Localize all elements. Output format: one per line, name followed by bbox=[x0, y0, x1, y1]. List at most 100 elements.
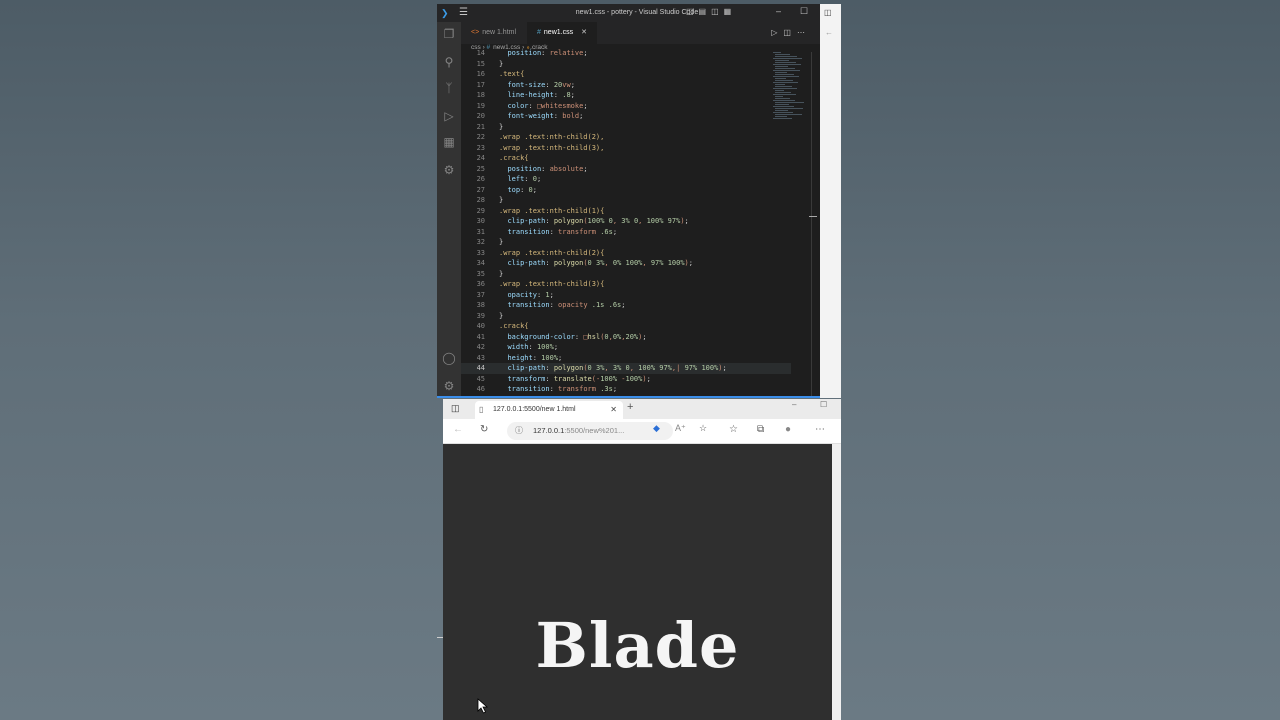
tab-new-1-html[interactable]: <> new 1.html bbox=[461, 22, 526, 44]
collections-icon[interactable]: ⧉ bbox=[757, 424, 764, 435]
code-line[interactable]: 31 transition: transform .6s; bbox=[461, 227, 791, 238]
code-line[interactable]: 14 position: relative; bbox=[461, 48, 791, 59]
code-line[interactable]: 40 .crack{ bbox=[461, 321, 791, 332]
code-line[interactable]: 37 opacity: 1; bbox=[461, 290, 791, 301]
code-line[interactable]: 35} bbox=[461, 269, 791, 280]
back-arrow-icon[interactable]: ← bbox=[453, 424, 463, 435]
tab-close-icon[interactable]: ✕ bbox=[581, 29, 587, 36]
favorites-icon[interactable]: ☆ bbox=[729, 424, 738, 435]
explorer-icon[interactable]: ❐ bbox=[441, 26, 457, 42]
css-file-icon: # bbox=[537, 29, 541, 36]
line-text: transition: transform .6s; bbox=[507, 227, 618, 236]
code-line[interactable]: 41 background-color: □hsl(0,0%,20%); bbox=[461, 332, 791, 343]
browser-tab-title: 127.0.0.1:5500/new 1.html bbox=[493, 406, 576, 413]
code-line[interactable]: 15} bbox=[461, 59, 791, 70]
code-line[interactable]: 20 font-weight: bold; bbox=[461, 111, 791, 122]
more-options-icon[interactable]: ⋯ bbox=[815, 424, 825, 435]
line-text: } bbox=[499, 238, 504, 246]
code-line[interactable]: 43 height: 100%; bbox=[461, 353, 791, 364]
code-line[interactable]: 44 clip-path: polygon(0 3%, 3% 0, 100% 9… bbox=[461, 363, 791, 374]
site-info-icon[interactable]: ⓘ bbox=[515, 425, 523, 436]
background-window-strip[interactable]: ◫ ← bbox=[820, 4, 841, 398]
code-line[interactable]: 17 font-size: 20vw; bbox=[461, 80, 791, 91]
tab-new1-css[interactable]: # new1.css ✕ bbox=[527, 22, 597, 44]
code-line[interactable]: 46 transition: transform .3s; bbox=[461, 384, 791, 395]
code-line[interactable]: 18 line-height: .8; bbox=[461, 90, 791, 101]
code-line[interactable]: 28} bbox=[461, 195, 791, 206]
minimap-line bbox=[775, 102, 804, 103]
line-number: 35 bbox=[476, 269, 485, 278]
address-bar[interactable]: ⓘ 127.0.0.1:5500/new%201... bbox=[507, 422, 673, 440]
browser-window: ◫ ▯ 127.0.0.1:5500/new 1.html ✕ + – ☐ ← … bbox=[443, 399, 841, 720]
extensions-icon[interactable]: ▦ bbox=[441, 134, 457, 150]
browser-tab[interactable]: ▯ 127.0.0.1:5500/new 1.html ✕ bbox=[475, 401, 623, 419]
account-icon[interactable]: ◯ bbox=[441, 350, 457, 366]
back-arrow-icon[interactable]: ← bbox=[825, 28, 833, 37]
minimap-line bbox=[775, 84, 785, 85]
code-line[interactable]: 26 left: 0; bbox=[461, 174, 791, 185]
tab-actions-icon[interactable]: ◫ bbox=[824, 8, 832, 17]
code-line[interactable]: 34 clip-path: polygon(0 3%, 0% 100%, 97%… bbox=[461, 258, 791, 269]
code-line[interactable]: 16 .text{ bbox=[461, 69, 791, 80]
line-text: } bbox=[499, 122, 504, 131]
code-line[interactable]: 21} bbox=[461, 122, 791, 133]
tag-icon[interactable]: ◆ bbox=[653, 423, 660, 434]
line-text: background-color: □hsl(0,0%,20%); bbox=[507, 332, 647, 341]
search-icon[interactable]: ⚲ bbox=[441, 54, 457, 70]
minimize-icon[interactable]: – bbox=[776, 6, 781, 16]
new-tab-icon[interactable]: + bbox=[627, 401, 633, 413]
page-scrollbar[interactable] bbox=[832, 444, 841, 720]
code-line[interactable]: 30 clip-path: polygon(100% 0, 3% 0, 100%… bbox=[461, 216, 791, 227]
line-text: left: 0; bbox=[507, 175, 542, 183]
read-aloud-icon[interactable]: A⁺ bbox=[675, 423, 686, 434]
code-line[interactable]: 32} bbox=[461, 237, 791, 248]
minimap[interactable] bbox=[773, 52, 809, 122]
code-editor[interactable]: 14 position: relative; 15} 16 .text{17 font… bbox=[461, 49, 791, 398]
code-line[interactable]: 33 .wrap .text:nth-child(2){ bbox=[461, 248, 791, 259]
minimap-line bbox=[773, 118, 792, 119]
code-line[interactable]: 22 .wrap .text:nth-child(2), bbox=[461, 132, 791, 143]
line-text: } bbox=[499, 196, 504, 204]
minimize-icon[interactable]: – bbox=[792, 400, 796, 409]
settings-gear-icon[interactable]: ⚙ bbox=[441, 378, 457, 394]
profile-avatar-icon[interactable]: ● bbox=[785, 424, 791, 435]
code-line[interactable]: 25 position: absolute; bbox=[461, 164, 791, 175]
code-line[interactable]: 36 .wrap .text:nth-child(3){ bbox=[461, 279, 791, 290]
line-number: 16 bbox=[476, 70, 485, 78]
minimap-line bbox=[773, 88, 797, 89]
minimap-line bbox=[775, 90, 784, 91]
editor-actions[interactable]: ▷◫⋯ bbox=[771, 28, 811, 37]
code-line[interactable]: 27 top: 0; bbox=[461, 185, 791, 196]
menu-icon[interactable]: ☰ bbox=[459, 7, 468, 18]
line-text: } bbox=[499, 59, 504, 68]
layout-toggle-icons[interactable]: ◫▤◫▦ bbox=[686, 7, 736, 16]
line-text: .wrap .text:nth-child(3){ bbox=[499, 280, 605, 288]
line-number: 42 bbox=[476, 343, 485, 351]
line-number: 34 bbox=[476, 259, 485, 267]
minimap-line bbox=[775, 86, 792, 87]
line-number: 20 bbox=[476, 112, 485, 120]
refresh-icon[interactable]: ↻ bbox=[480, 424, 488, 435]
editor-scrollbar[interactable] bbox=[811, 52, 812, 398]
tab-actions-icon[interactable]: ◫ bbox=[451, 403, 460, 414]
code-line[interactable]: 29 .wrap .text:nth-child(1){ bbox=[461, 206, 791, 217]
line-number: 27 bbox=[476, 185, 485, 194]
url-text[interactable]: 127.0.0.1:5500/new%201... bbox=[533, 426, 624, 435]
maximize-icon[interactable]: ☐ bbox=[800, 6, 808, 17]
code-line[interactable]: 23 .wrap .text:nth-child(3), bbox=[461, 143, 791, 154]
code-line[interactable]: 39} bbox=[461, 311, 791, 322]
code-line[interactable]: 19 color: □whitesmoke; bbox=[461, 101, 791, 112]
code-line[interactable]: 38 transition: opacity .1s .6s; bbox=[461, 300, 791, 311]
tab-close-icon[interactable]: ✕ bbox=[610, 401, 617, 419]
source-control-icon[interactable]: ᛉ bbox=[441, 80, 457, 96]
line-number: 29 bbox=[476, 206, 485, 215]
maximize-icon[interactable]: ☐ bbox=[820, 400, 827, 409]
minimap-line bbox=[773, 52, 781, 53]
add-favorite-icon[interactable]: ☆ bbox=[699, 423, 707, 434]
code-line[interactable]: 45 transform: translate(-100% -100%); bbox=[461, 374, 791, 385]
code-line[interactable]: 42 width: 100%; bbox=[461, 342, 791, 353]
line-text: .wrap .text:nth-child(2), bbox=[499, 133, 605, 141]
python-icon[interactable]: ⚙ bbox=[441, 162, 457, 178]
code-line[interactable]: 24 .crack{ bbox=[461, 153, 791, 164]
run-debug-icon[interactable]: ▷ bbox=[441, 108, 457, 124]
